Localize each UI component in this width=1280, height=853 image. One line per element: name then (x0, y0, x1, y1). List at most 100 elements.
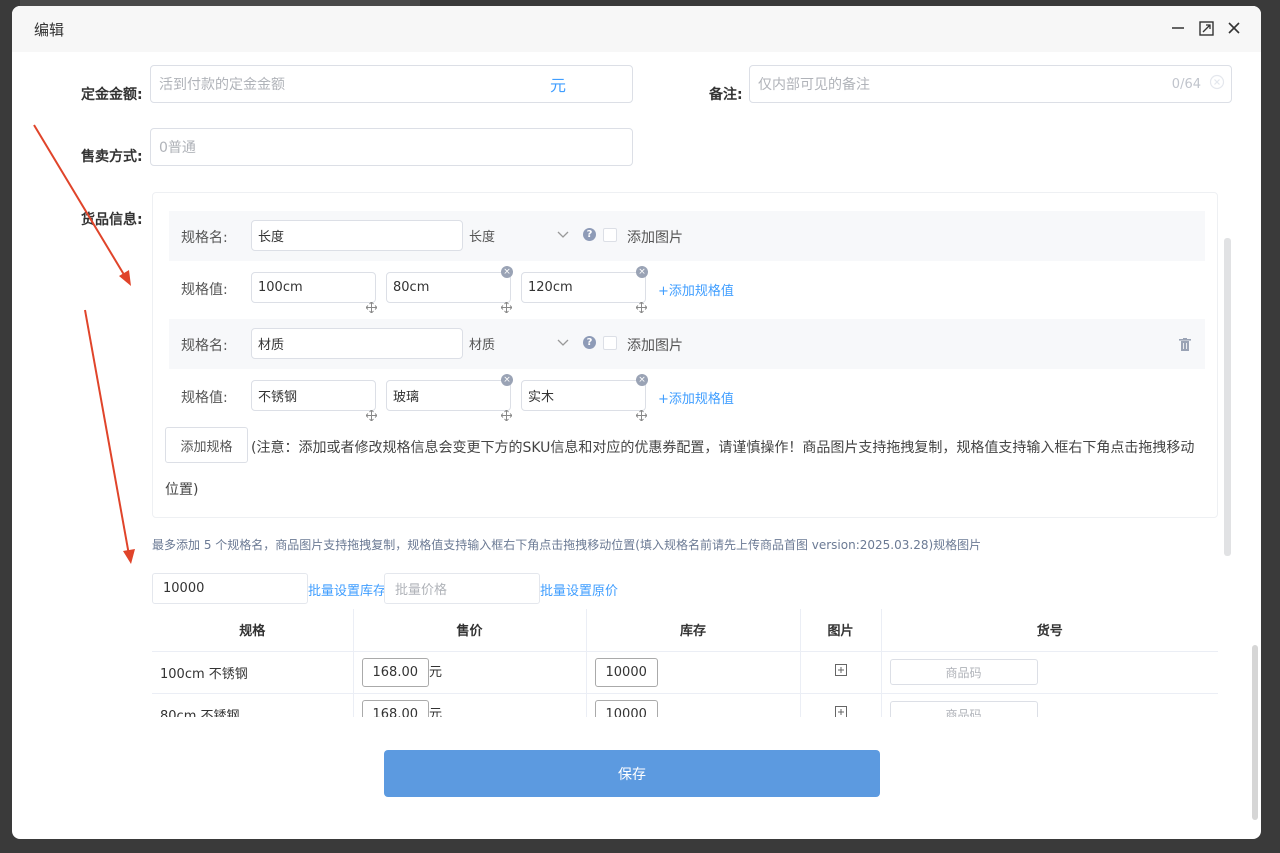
stock-input[interactable]: 10000 (594, 657, 658, 687)
deposit-unit: 元 (549, 76, 566, 95)
panel-scrollbar[interactable] (1224, 238, 1231, 556)
spec-value-input[interactable]: 不锈钢 (251, 380, 376, 411)
spec-value-input[interactable]: 80cm (386, 272, 511, 303)
maximize-icon[interactable] (1197, 19, 1215, 37)
sku-table: 规格 售价 库存 图片 货号 100cm 不锈钢 168.00 元 10000 商… (152, 609, 1218, 717)
remove-value-icon[interactable]: × (501, 374, 513, 386)
row-price-cell: 168.00 元 (353, 693, 587, 718)
row-stock-cell: 10000 (586, 651, 801, 694)
row-spec: 80cm 不锈钢 (152, 693, 354, 717)
spec-value-input[interactable]: 120cm (521, 272, 646, 303)
spec-name-row-1: 规格名: 长度 长度 ? 添加图片 (169, 211, 1205, 261)
col-image: 图片 (800, 609, 882, 652)
remove-value-icon[interactable]: × (636, 374, 648, 386)
row-spec: 100cm 不锈钢 (152, 651, 354, 694)
spec-name-row-2: 规格名: 材质 材质 ? 添加图片 (169, 319, 1205, 369)
drag-handle-icon[interactable] (365, 298, 378, 314)
add-spec-button[interactable]: 添加规格 (165, 427, 248, 463)
modal-header: 编辑 (12, 6, 1261, 52)
drag-handle-icon[interactable] (500, 298, 513, 314)
close-icon[interactable] (1225, 19, 1243, 37)
modal-title: 编辑 (34, 20, 65, 39)
batch-stock-input[interactable]: 10000 (152, 573, 308, 604)
row-stock-cell: 10000 (586, 693, 801, 717)
col-price: 售价 (353, 609, 587, 652)
spec-panel: 规格名: 长度 长度 ? 添加图片 规格值: 100cm 80cm × 120c… (152, 192, 1218, 518)
spec-note: (注意：添加或者修改规格信息会变更下方的SKU信息和对应的优惠券配置，请谨慎操作… (165, 440, 1195, 498)
batch-price-placeholder: 批量价格 (395, 583, 448, 598)
col-code: 货号 (881, 609, 1218, 652)
stock-input[interactable]: 10000 (594, 699, 658, 717)
add-image-checkbox-2[interactable] (603, 336, 617, 350)
clear-icon[interactable] (1209, 74, 1225, 94)
drag-handle-icon[interactable] (365, 406, 378, 422)
row-price-cell: 168.00 元 (353, 651, 587, 694)
spec-name-label: 规格名: (181, 230, 228, 246)
price-unit: 元 (429, 664, 443, 680)
goods-info-label: 货品信息: (81, 212, 143, 228)
table-row: 100cm 不锈钢 168.00 元 10000 商品码 (152, 651, 1218, 694)
chevron-down-icon (557, 336, 569, 351)
batch-price-input[interactable]: 批量价格 (384, 573, 540, 604)
row-image-cell (800, 693, 882, 717)
price-input[interactable]: 168.00 (361, 657, 429, 687)
modal-body: 定金金额: 活到付款的定金金额 元 备注: 仅内部可见的备注 0/64 售卖方式… (12, 52, 1261, 717)
add-image-label: 添加图片 (627, 230, 683, 246)
add-spec-value-link[interactable]: +添加规格值 (658, 388, 734, 407)
trash-icon[interactable] (1179, 336, 1191, 355)
spec-select-2[interactable]: 材质 (469, 328, 579, 359)
drag-handle-icon[interactable] (635, 298, 648, 314)
batch-stock-link[interactable]: 批量设置库存 (308, 580, 386, 599)
price-unit: 元 (429, 706, 443, 718)
col-stock: 库存 (586, 609, 801, 652)
remark-input[interactable]: 仅内部可见的备注 0/64 (749, 65, 1232, 103)
spec-name-label: 规格名: (181, 338, 228, 354)
sale-mode-label: 售卖方式: (81, 149, 143, 165)
row-code-cell: 商品码 (881, 693, 1218, 717)
table-row: 80cm 不锈钢 168.00 元 10000 商品码 (152, 693, 1218, 717)
spec-select-value: 长度 (469, 230, 496, 245)
remark-placeholder: 仅内部可见的备注 (758, 77, 870, 93)
row-code-cell: 商品码 (881, 651, 1218, 694)
table-header-row: 规格 售价 库存 图片 货号 (152, 609, 1218, 652)
page-scrollbar[interactable] (1252, 645, 1258, 820)
row-image-cell (800, 651, 882, 694)
help-icon[interactable]: ? (583, 228, 596, 241)
sale-mode-placeholder: 0普通 (159, 140, 196, 156)
edit-modal: 编辑 定金金额: 活到付款的定金金额 元 备注: 仅内部可见的备注 0/64 售… (12, 6, 1261, 839)
add-image-icon[interactable] (834, 664, 847, 680)
add-spec-value-link[interactable]: +添加规格值 (658, 280, 734, 299)
add-image-icon[interactable] (834, 706, 847, 717)
spec-value-input[interactable]: 100cm (251, 272, 376, 303)
spec-value-input[interactable]: 玻璃 (386, 380, 511, 411)
code-input[interactable]: 商品码 (889, 659, 1038, 685)
remove-value-icon[interactable]: × (501, 266, 513, 278)
code-input[interactable]: 商品码 (889, 701, 1038, 717)
deposit-label: 定金金额: (81, 87, 143, 103)
remove-value-icon[interactable]: × (636, 266, 648, 278)
deposit-placeholder: 活到付款的定金金额 (159, 77, 285, 93)
spec-name-input-2[interactable]: 材质 (251, 328, 463, 359)
save-button[interactable]: 保存 (384, 750, 880, 797)
deposit-input[interactable]: 活到付款的定金金额 元 (150, 65, 633, 103)
batch-price-link[interactable]: 批量设置原价 (540, 580, 618, 599)
spec-select-value: 材质 (469, 338, 496, 353)
remark-label: 备注: (709, 87, 743, 103)
minimize-icon[interactable] (1169, 19, 1187, 37)
add-image-label: 添加图片 (627, 338, 683, 354)
spec-hint: 最多添加 5 个规格名，商品图片支持拖拽复制，规格值支持输入框右下角点击拖拽移动… (152, 538, 982, 552)
add-image-checkbox-1[interactable] (603, 228, 617, 242)
spec-value-label: 规格值: (181, 390, 228, 406)
spec-name-input-1[interactable]: 长度 (251, 220, 463, 251)
spec-select-1[interactable]: 长度 (469, 220, 579, 251)
price-input[interactable]: 168.00 (361, 699, 429, 717)
chevron-down-icon (557, 228, 569, 243)
sale-mode-input[interactable]: 0普通 (150, 128, 633, 166)
spec-value-input[interactable]: 实木 (521, 380, 646, 411)
spec-value-label: 规格值: (181, 282, 228, 298)
drag-handle-icon[interactable] (635, 406, 648, 422)
col-spec: 规格 (152, 609, 354, 652)
help-icon[interactable]: ? (583, 336, 596, 349)
drag-handle-icon[interactable] (500, 406, 513, 422)
remark-counter: 0/64 (1171, 76, 1201, 92)
